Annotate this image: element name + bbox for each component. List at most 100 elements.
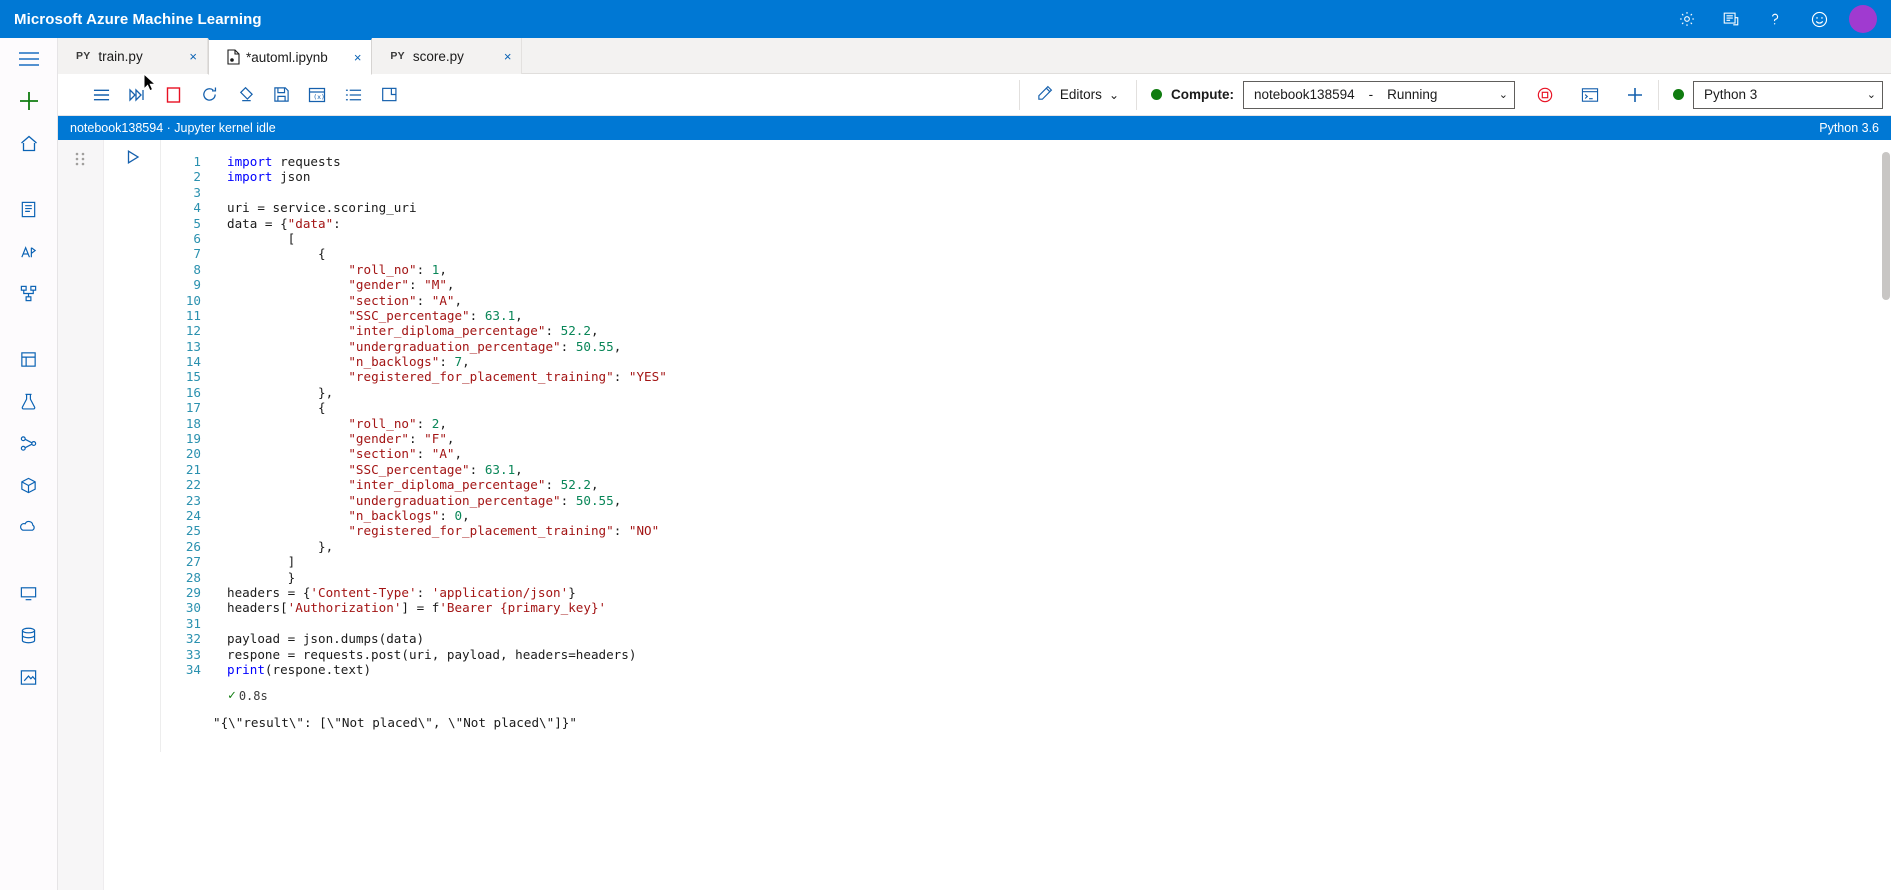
datastores-icon[interactable] bbox=[0, 614, 57, 656]
code-line: 2 import json bbox=[161, 169, 1891, 184]
scrollbar-thumb[interactable] bbox=[1882, 152, 1890, 300]
variable-explorer-icon[interactable]: (x) bbox=[302, 80, 332, 110]
editors-dropdown[interactable]: Editors ⌄ bbox=[1028, 80, 1128, 109]
hamburger-menu-icon[interactable] bbox=[0, 38, 57, 80]
code-lines-container: 1 import requests 2 import json 3 4 uri = serv… bbox=[161, 154, 1891, 677]
editors-label: Editors bbox=[1059, 87, 1102, 102]
chevron-down-icon: ⌄ bbox=[1108, 87, 1119, 102]
line-number: 11 bbox=[185, 307, 201, 323]
tab-label: score.py bbox=[412, 48, 464, 64]
line-number: 31 bbox=[185, 615, 201, 631]
terminal-icon[interactable] bbox=[1575, 80, 1605, 110]
line-text: "undergraduation_percentage": 50.55, bbox=[348, 492, 622, 508]
kernel-version-text: Python 3.6 bbox=[1819, 121, 1879, 135]
new-compute-plus-icon[interactable] bbox=[1620, 80, 1650, 110]
kernel-group: Python 3 ⌄ bbox=[1667, 80, 1891, 109]
line-text: import json bbox=[227, 169, 311, 185]
compute-target-dropdown[interactable]: notebook138594 - Running ⌄ bbox=[1243, 80, 1515, 109]
kernel-status-bar: notebook138594 · Jupyter kernel idle Pyt… bbox=[58, 116, 1891, 140]
tab-automl-ipynb[interactable]: *automl.ipynb × bbox=[208, 38, 373, 75]
line-number: 16 bbox=[185, 384, 201, 400]
line-text: "inter_diploma_percentage": 52.2, bbox=[348, 323, 599, 339]
help-icon[interactable] bbox=[1753, 0, 1797, 38]
line-text: data = {"data": bbox=[227, 215, 341, 231]
models-icon[interactable] bbox=[0, 464, 57, 506]
line-number: 28 bbox=[185, 569, 201, 585]
line-number: 2 bbox=[193, 169, 201, 185]
notebook-vertical-scrollbar[interactable] bbox=[1881, 140, 1891, 890]
cell-drag-handle[interactable] bbox=[74, 152, 86, 168]
code-line: 8 "roll_no": 1, bbox=[161, 262, 1891, 277]
line-number: 26 bbox=[185, 538, 201, 554]
pipelines-icon[interactable] bbox=[0, 422, 57, 464]
tab-train-py[interactable]: PY train.py × bbox=[58, 38, 208, 74]
compute-icon[interactable] bbox=[0, 572, 57, 614]
tab-score-py[interactable]: PY score.py × bbox=[372, 38, 523, 74]
run-all-cells-icon[interactable] bbox=[122, 80, 152, 110]
line-text: "registered_for_placement_training": "NO… bbox=[348, 523, 660, 539]
success-check-icon: ✓ bbox=[228, 688, 236, 703]
run-cell-button[interactable] bbox=[125, 149, 141, 170]
focus-mode-icon[interactable] bbox=[374, 80, 404, 110]
tab-close-icon[interactable]: × bbox=[478, 50, 512, 63]
avatar[interactable] bbox=[1841, 0, 1885, 38]
insert-cell-icon[interactable] bbox=[158, 80, 188, 110]
line-number: 17 bbox=[185, 400, 201, 416]
run-all-menu-icon[interactable] bbox=[86, 80, 116, 110]
designer-icon[interactable] bbox=[0, 272, 57, 314]
chevron-down-icon: ⌄ bbox=[1498, 89, 1508, 101]
home-icon[interactable] bbox=[0, 122, 57, 164]
code-line: 33 respone = requests.post(uri, payload, … bbox=[161, 647, 1891, 662]
line-text: "gender": "M", bbox=[348, 277, 455, 293]
line-number: 3 bbox=[193, 184, 201, 200]
datasets-icon[interactable] bbox=[0, 338, 57, 380]
line-number: 18 bbox=[185, 415, 201, 431]
line-number: 15 bbox=[185, 369, 201, 385]
clear-output-icon[interactable] bbox=[230, 80, 260, 110]
code-line: 11 "SSC_percentage": 63.1, bbox=[161, 308, 1891, 323]
chevron-down-icon: ⌄ bbox=[1866, 89, 1876, 101]
brand-title: Microsoft Azure Machine Learning bbox=[14, 10, 262, 28]
experiments-icon[interactable] bbox=[0, 380, 57, 422]
stop-compute-icon[interactable] bbox=[1530, 80, 1560, 110]
settings-gear-icon[interactable] bbox=[1665, 0, 1709, 38]
toolbar-divider bbox=[1018, 79, 1020, 110]
compute-status-text: Running bbox=[1387, 87, 1438, 102]
line-number: 9 bbox=[193, 277, 201, 293]
save-icon[interactable] bbox=[266, 80, 296, 110]
line-number: 24 bbox=[185, 507, 201, 523]
line-number: 5 bbox=[193, 215, 201, 231]
notebook-toolbar: (x) Editors ⌄ Compute: notebook138594 - … bbox=[58, 74, 1891, 116]
endpoints-icon[interactable] bbox=[0, 506, 57, 548]
line-text: }, bbox=[227, 384, 334, 400]
cell-output-text: "{\"result\": [\"Not placed\", \"Not pla… bbox=[213, 715, 577, 730]
line-text: headers = {'Content-Type': 'application/… bbox=[227, 584, 576, 600]
code-line: 17 { bbox=[161, 400, 1891, 415]
line-text: payload = json.dumps(data) bbox=[227, 631, 425, 647]
code-line: 28 } bbox=[161, 570, 1891, 585]
code-line: 19 "gender": "F", bbox=[161, 431, 1891, 446]
tab-close-icon[interactable]: × bbox=[328, 51, 362, 64]
code-line: 22 "inter_diploma_percentage": 52.2, bbox=[161, 477, 1891, 492]
kernel-status-text: notebook138594 · Jupyter kernel idle bbox=[70, 121, 276, 135]
line-number: 4 bbox=[193, 200, 201, 216]
feedback-icon[interactable] bbox=[1709, 0, 1753, 38]
automated-ml-icon[interactable] bbox=[0, 230, 57, 272]
line-text: } bbox=[227, 569, 296, 585]
smiley-icon[interactable] bbox=[1797, 0, 1841, 38]
labeling-icon[interactable] bbox=[0, 656, 57, 698]
line-number: 13 bbox=[185, 338, 201, 354]
line-text: "undergraduation_percentage": 50.55, bbox=[348, 338, 622, 354]
outline-icon[interactable] bbox=[338, 80, 368, 110]
tab-close-icon[interactable]: × bbox=[163, 50, 197, 63]
code-cell-editor[interactable]: 1 import requests 2 import json 3 4 uri = serv… bbox=[160, 140, 1891, 752]
kernel-status-dot bbox=[1673, 89, 1684, 100]
code-line: 14 "n_backlogs": 7, bbox=[161, 354, 1891, 369]
line-number: 22 bbox=[185, 477, 201, 493]
restart-kernel-icon[interactable] bbox=[194, 80, 224, 110]
new-plus-icon[interactable] bbox=[0, 80, 57, 122]
line-number: 6 bbox=[193, 230, 201, 246]
code-line: 31 bbox=[161, 616, 1891, 631]
kernel-dropdown[interactable]: Python 3 ⌄ bbox=[1693, 80, 1883, 109]
notebooks-icon[interactable] bbox=[0, 188, 57, 230]
